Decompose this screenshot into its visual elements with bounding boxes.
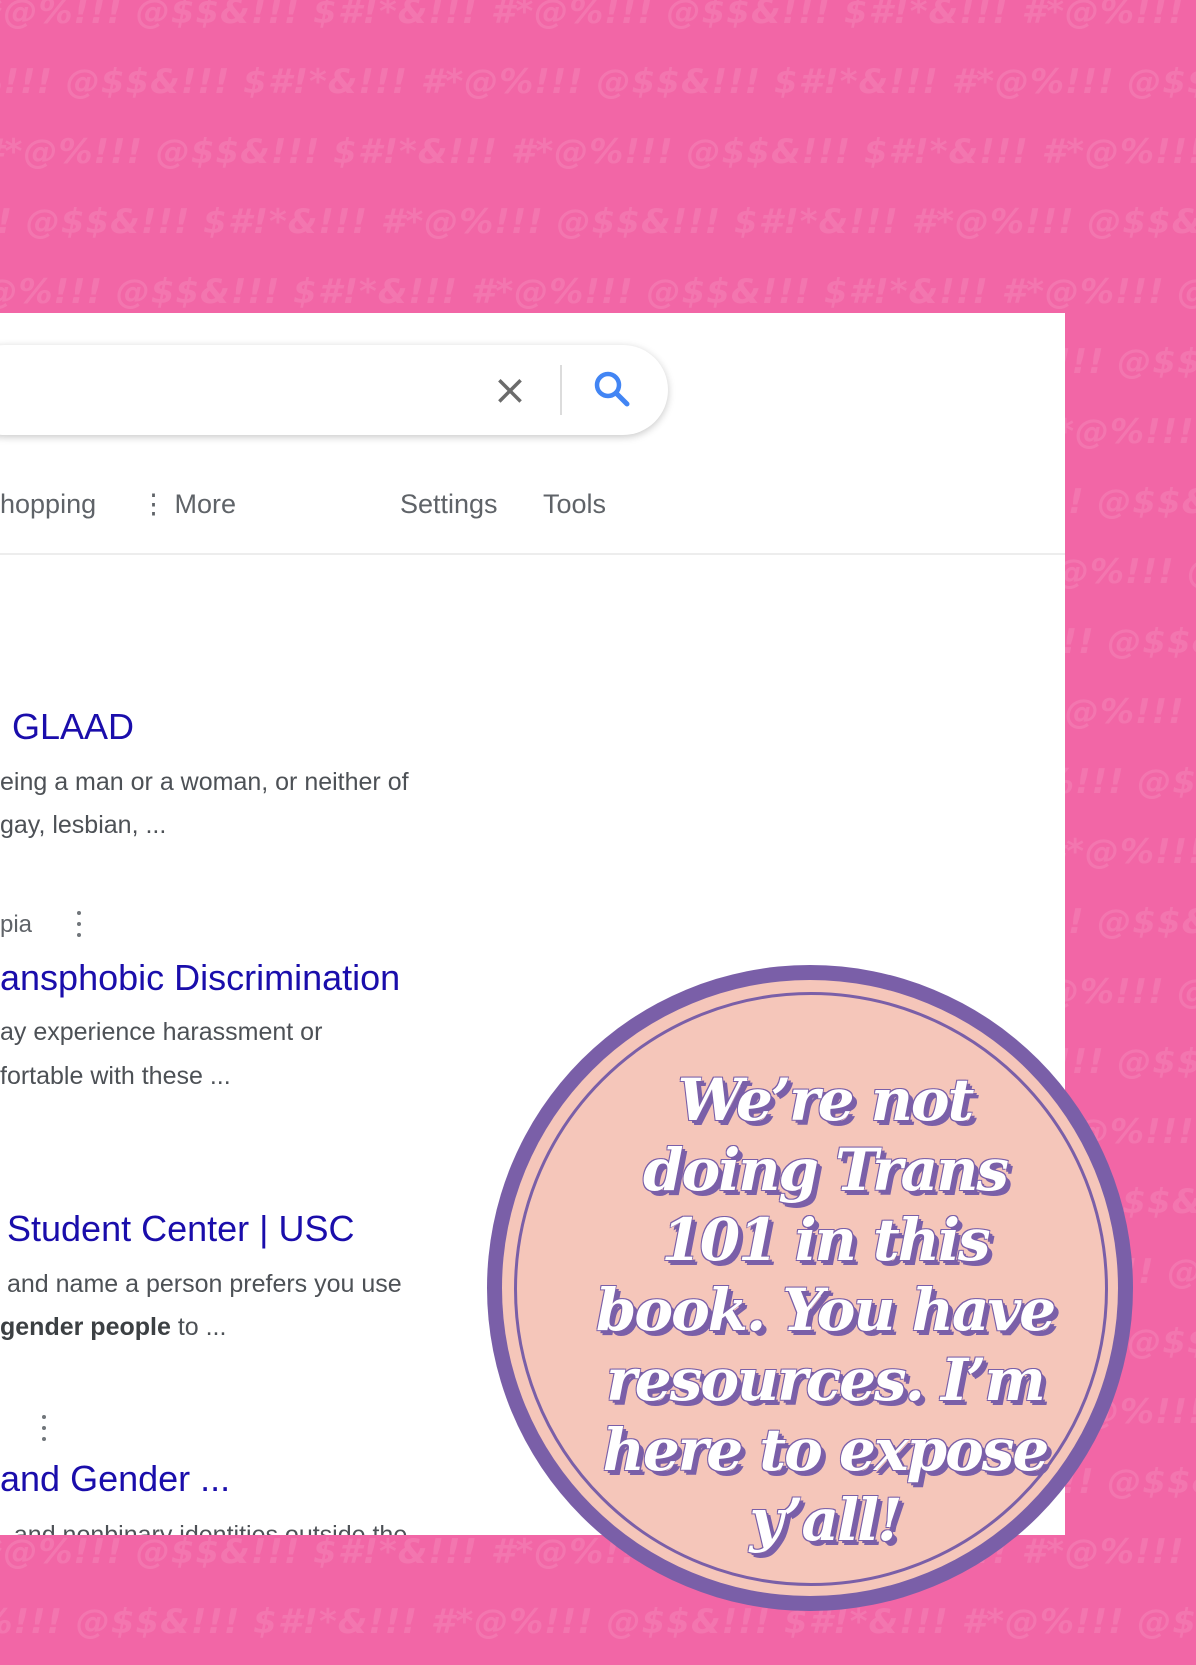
result-snippet: ay experience harassment or <box>0 1018 323 1046</box>
tab-settings[interactable]: Settings <box>400 489 498 520</box>
result-snippet: gender people to ... <box>0 1305 226 1349</box>
result-title-gender[interactable]: and Gender ... <box>0 1458 230 1500</box>
search-input[interactable] <box>0 345 668 435</box>
result-snippet-rest: to ... <box>170 1313 227 1341</box>
badge-line: resources. I’m <box>606 1346 1045 1414</box>
result-snippet: eing a man or a woman, or neither of <box>0 768 409 796</box>
tab-shopping[interactable]: hopping <box>0 489 96 520</box>
badge-line: We’re not <box>677 1066 975 1134</box>
badge-text: We’re not doing Trans 101 in this book. … <box>582 1065 1068 1555</box>
badge-line: y’all! <box>749 1486 902 1554</box>
pattern-row: #*@%!!! @$$&!!! $#!*&!!! #*@%!!! @$$&!!!… <box>0 132 1196 172</box>
search-icon[interactable] <box>590 368 634 412</box>
more-options-icon[interactable] <box>42 1415 46 1441</box>
result-title-usc[interactable]: Student Center | USC <box>7 1208 355 1250</box>
pattern-row: #*@%!!! @$$&!!! $#!*&!!! #*@%!!! @$$&!!!… <box>0 272 1196 312</box>
badge-fill: We’re not doing Trans 101 in this book. … <box>502 980 1118 1596</box>
pattern-row: #*@%!!! @$$&!!! $#!*&!!! #*@%!!! @$$&!!!… <box>0 62 1196 102</box>
tab-more[interactable]: ⋮ More <box>140 489 236 520</box>
result-cite: pia <box>0 911 33 938</box>
result-snippet: fortable with these ... <box>0 1062 231 1090</box>
result-title-glaad[interactable]: GLAAD <box>12 706 134 748</box>
tab-tools[interactable]: Tools <box>543 489 606 520</box>
pattern-row: #*@%!!! @$$&!!! $#!*&!!! #*@%!!! @$$&!!!… <box>0 202 1196 242</box>
badge-line: book. You have <box>595 1276 1056 1344</box>
callout-badge: We’re not doing Trans 101 in this book. … <box>487 965 1133 1611</box>
result-snippet: and name a person prefers you use <box>7 1270 402 1298</box>
more-options-icon[interactable] <box>77 911 81 937</box>
result-snippet: gay, lesbian, ... <box>0 811 167 839</box>
result-snippet-bold: gender people <box>0 1313 171 1341</box>
badge-line: 101 in this <box>661 1206 990 1274</box>
badge-line: doing Trans <box>642 1136 1009 1204</box>
result-snippet: , and nonbinary identities outside the <box>0 1521 408 1535</box>
close-icon[interactable]: × <box>490 369 530 411</box>
nav-divider <box>0 553 1065 555</box>
result-title-discrimination[interactable]: ansphobic Discrimination <box>0 957 400 999</box>
pattern-row: #*@%!!! @$$&!!! $#!*&!!! #*@%!!! @$$&!!!… <box>0 1602 1196 1642</box>
badge-line: here to expose <box>602 1416 1050 1484</box>
pattern-row: #*@%!!! @$$&!!! $#!*&!!! #*@%!!! @$$&!!!… <box>0 0 1196 32</box>
search-divider <box>560 365 562 415</box>
